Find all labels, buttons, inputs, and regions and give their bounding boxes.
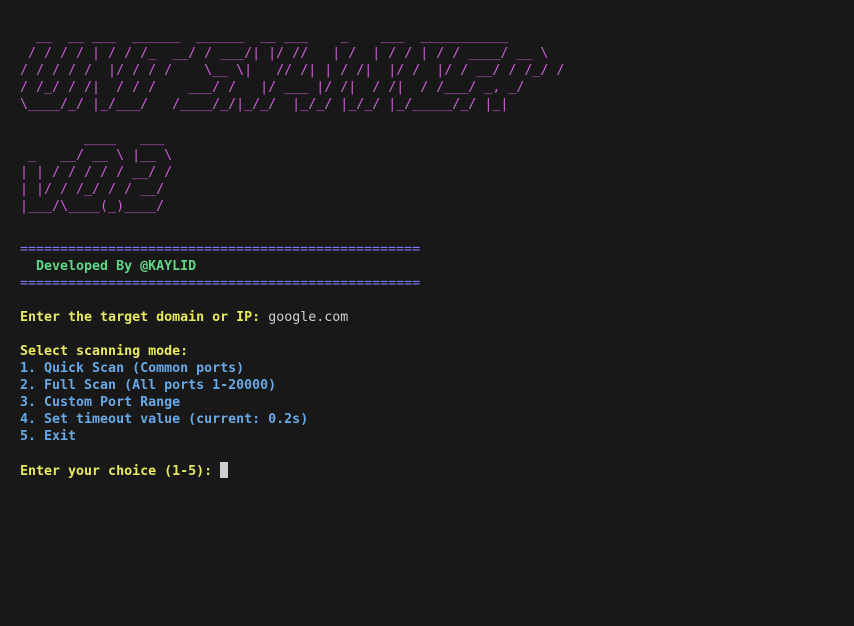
target-prompt-line: Enter the target domain or IP: google.co… bbox=[20, 309, 834, 326]
choice-prompt: Enter your choice (1-5): bbox=[20, 464, 213, 479]
target-prompt: Enter the target domain or IP: bbox=[20, 310, 261, 325]
terminal-window[interactable]: __ __ ___ ______ ______ __ ___ _ ___ ___… bbox=[0, 0, 854, 626]
menu-heading: Select scanning mode: bbox=[20, 344, 189, 359]
separator-bottom: ========================================… bbox=[20, 276, 421, 291]
target-input-value: google.com bbox=[268, 310, 349, 325]
menu-item-exit: 5. Exit bbox=[20, 429, 77, 444]
banner-title-art: __ __ ___ ______ ______ __ ___ _ ___ ___… bbox=[20, 29, 565, 112]
developer-credit: Developed By @KAYLID bbox=[20, 259, 197, 274]
menu-item-quick-scan: 1. Quick Scan (Common ports) bbox=[20, 361, 245, 376]
menu-item-custom-range: 3. Custom Port Range bbox=[20, 395, 181, 410]
text-cursor[interactable] bbox=[220, 462, 229, 478]
menu-item-set-timeout: 4. Set timeout value (current: 0.2s) bbox=[20, 412, 309, 427]
choice-prompt-line[interactable]: Enter your choice (1-5): bbox=[20, 462, 834, 480]
banner-version-art: ____ ___ _ __/ __ \ |__ \ | | / / / / / … bbox=[20, 131, 173, 214]
separator-top: ========================================… bbox=[20, 242, 421, 257]
menu-item-full-scan: 2. Full Scan (All ports 1-20000) bbox=[20, 378, 277, 393]
